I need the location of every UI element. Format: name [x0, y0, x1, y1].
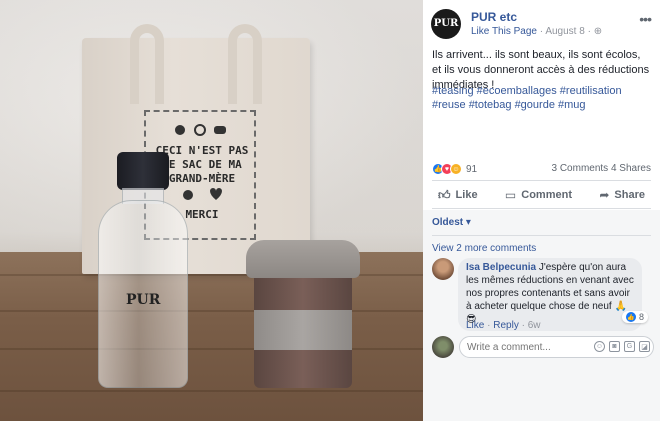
post-panel: PUR PUR etc Like This Page · August 8 · … [423, 0, 660, 421]
camera-icon[interactable]: ◙ [609, 341, 620, 352]
sticker-icon[interactable]: ◪ [639, 341, 650, 352]
reaction-summary[interactable]: 👍 ♥ ☺ 91 [432, 162, 477, 176]
comment-label: Comment [521, 189, 572, 201]
share-label: Share [614, 189, 645, 201]
comment-reaction-count: 8 [639, 312, 645, 322]
shares-count-link[interactable]: 4 Shares [611, 163, 651, 174]
comments-section: Oldest ▾ View 2 more comments Isa Belpec… [423, 210, 660, 421]
ellipsis-icon[interactable]: ••• [639, 11, 652, 27]
glass-bottle: PUR [98, 152, 188, 390]
meta-separator: · [539, 26, 544, 37]
post-actions: 👍︎ Like ▭ Comment ➦ Share [432, 183, 651, 207]
like-page-link[interactable]: Like This Page [471, 26, 537, 37]
view-more-comments-link[interactable]: View 2 more comments [432, 243, 536, 254]
post-hashtags[interactable]: #teasing #ecoemballages #reutilisation #… [432, 84, 650, 112]
post-header: PUR PUR etc Like This Page · August 8 · … [431, 9, 653, 43]
comment-item: Isa Belpecunia J'espère qu'on aura les m… [432, 258, 654, 331]
gif-icon[interactable]: G [624, 341, 635, 352]
bag-print-icons [175, 124, 226, 136]
globe-icon: ⊕ [593, 26, 603, 37]
divider [432, 208, 651, 209]
current-user-avatar [432, 336, 454, 358]
share-button[interactable]: ➦ Share [593, 183, 651, 207]
haha-reaction-icon: ☺ [450, 163, 462, 175]
cup-sleeve [254, 310, 352, 350]
comment-author-link[interactable]: Isa Belpecunia [466, 262, 536, 273]
page-name-link[interactable]: PUR etc [471, 10, 517, 24]
like-label: Like [455, 189, 478, 201]
share-icon: ➦ [599, 188, 610, 202]
divider [432, 180, 651, 181]
bag-handle-right [228, 24, 262, 104]
reaction-count: 91 [466, 163, 478, 175]
bottle-logo: PUR [126, 292, 161, 308]
comment-reaction-badge[interactable]: 👍 8 [622, 311, 649, 323]
comment-button[interactable]: ▭ Comment [499, 183, 578, 207]
comment-reply-link[interactable]: Reply [493, 320, 519, 331]
like-reaction-icon: 👍 [626, 312, 636, 322]
post-meta: Like This Page · August 8 · ⊕ [471, 26, 602, 37]
emoji-icon[interactable]: ☺ [594, 341, 605, 352]
comment-like-link[interactable]: Like [466, 320, 484, 331]
page-avatar[interactable]: PUR [431, 9, 461, 39]
comment-actions: Like · Reply · 6w [466, 320, 541, 331]
post-stats: 3 Comments 4 Shares [552, 163, 652, 174]
comment-time[interactable]: 6w [528, 320, 541, 331]
bag-handle-left [130, 24, 164, 104]
like-button[interactable]: 👍︎ Like [432, 183, 484, 207]
cup-lid [246, 240, 360, 278]
comments-count-link[interactable]: 3 Comments [552, 163, 609, 174]
commenter-avatar[interactable] [432, 258, 454, 280]
post-photo[interactable]: CECI N'EST PAS LE SAC DE MA GRAND-MÈRE M… [0, 0, 423, 421]
meta-separator-2: · [587, 26, 591, 37]
comment-sort-dropdown[interactable]: Oldest ▾ [432, 217, 471, 228]
comment-icon: ▭ [504, 188, 517, 202]
bottle-cap [117, 152, 169, 190]
comment-input-icons: ☺ ◙ G ◪ [594, 341, 650, 352]
write-comment-row: ☺ ◙ G ◪ [432, 334, 654, 360]
reusable-cup [246, 240, 360, 390]
thumbs-up-icon: 👍︎ [438, 187, 451, 202]
post-date[interactable]: August 8 [545, 26, 584, 37]
